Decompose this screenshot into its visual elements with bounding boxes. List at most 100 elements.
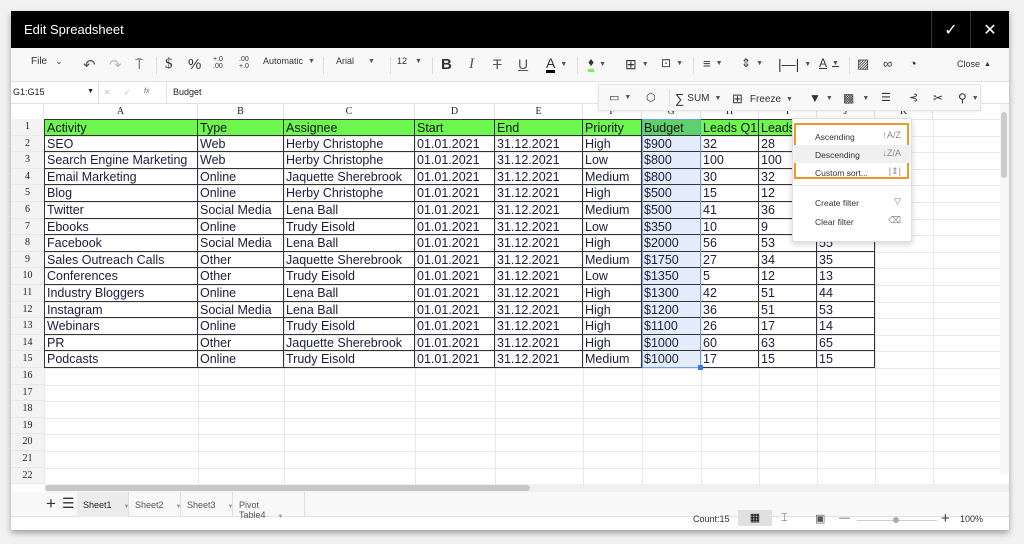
- table-cell[interactable]: Sales Outreach Calls: [44, 251, 198, 269]
- menu-item-ascending[interactable]: Ascending ↑A/Z: [793, 127, 911, 145]
- table-cell[interactable]: Online: [198, 218, 284, 236]
- menu-item-clear-filter[interactable]: Clear filter ⌫: [793, 212, 911, 230]
- table-cell[interactable]: 15: [701, 185, 759, 202]
- header-cell[interactable]: Priority: [583, 119, 642, 136]
- fill-handle[interactable]: [698, 365, 703, 370]
- table-cell[interactable]: Social Media: [198, 202, 284, 219]
- close-toolbar-button[interactable]: Close ▲: [957, 59, 991, 69]
- zoom-out-icon[interactable]: —: [839, 512, 850, 524]
- table-cell[interactable]: Trudy Eisold: [284, 318, 415, 335]
- table-cell[interactable]: 53: [817, 301, 875, 319]
- table-cell[interactable]: Medium: [583, 168, 642, 186]
- horizontal-scrollbar[interactable]: [45, 484, 1009, 492]
- table-cell[interactable]: 44: [817, 285, 875, 302]
- table-cell[interactable]: $1750: [642, 251, 701, 269]
- table-cell[interactable]: Conferences: [44, 268, 198, 285]
- table-cell[interactable]: Jaquette Sherebrook: [284, 251, 415, 269]
- table-cell[interactable]: 31.12.2021: [495, 235, 583, 252]
- italic-button[interactable]: I: [469, 56, 474, 73]
- cancel-formula-icon[interactable]: ✕: [104, 88, 111, 97]
- row-header-17[interactable]: 17: [11, 384, 44, 402]
- confirm-button[interactable]: ✓: [931, 11, 970, 48]
- table-cell[interactable]: 56: [701, 235, 759, 252]
- table-cell[interactable]: $900: [642, 135, 701, 153]
- page-break-view-icon[interactable]: ⌶: [781, 512, 788, 525]
- table-cell[interactable]: Trudy Eisold: [284, 268, 415, 285]
- table-cell[interactable]: 31.12.2021: [495, 251, 583, 269]
- table-cell[interactable]: PR: [44, 334, 198, 352]
- table-cell[interactable]: Herby Christophe: [284, 135, 415, 153]
- table-cell[interactable]: 01.01.2021: [415, 135, 495, 153]
- header-cell[interactable]: Start: [415, 119, 495, 136]
- zoom-slider-handle[interactable]: [893, 517, 899, 523]
- table-cell[interactable]: 31.12.2021: [495, 318, 583, 335]
- menu-item-descending[interactable]: Descending ↓Z/A: [793, 145, 911, 163]
- table-cell[interactable]: 15: [817, 351, 875, 368]
- table-cell[interactable]: Search Engine Marketing: [44, 152, 198, 169]
- table-cell[interactable]: 01.01.2021: [415, 218, 495, 236]
- table-cell[interactable]: High: [583, 318, 642, 335]
- table-cell[interactable]: 01.01.2021: [415, 202, 495, 219]
- table-cell[interactable]: Other: [198, 334, 284, 352]
- table-cell[interactable]: 15: [759, 351, 817, 368]
- row-header-13[interactable]: 13: [11, 318, 44, 335]
- normal-view-icon[interactable]: ▦: [738, 510, 772, 526]
- table-cell[interactable]: 01.01.2021: [415, 268, 495, 285]
- table-cell[interactable]: Other: [198, 268, 284, 285]
- table-cell[interactable]: 17: [759, 318, 817, 335]
- clear-format-button[interactable]: ☰: [881, 91, 891, 104]
- row-header-5[interactable]: 5: [11, 185, 44, 202]
- borders-button[interactable]: ⊞ ▼: [625, 56, 649, 73]
- table-cell[interactable]: 01.01.2021: [415, 168, 495, 186]
- accept-formula-icon[interactable]: ✓: [124, 88, 131, 97]
- table-cell[interactable]: 32: [701, 135, 759, 153]
- table-cell[interactable]: Online: [198, 351, 284, 368]
- close-button[interactable]: ✕: [970, 11, 1009, 48]
- table-cell[interactable]: 27: [701, 251, 759, 269]
- table-cell[interactable]: 34: [759, 251, 817, 269]
- table-cell[interactable]: 35: [817, 251, 875, 269]
- table-cell[interactable]: Web: [198, 152, 284, 169]
- table-cell[interactable]: Online: [198, 285, 284, 302]
- sheet-tab[interactable]: Pivot Table4 ▼: [233, 492, 305, 520]
- table-cell[interactable]: Trudy Eisold: [284, 351, 415, 368]
- table-cell[interactable]: 51: [759, 301, 817, 319]
- table-cell[interactable]: Social Media: [198, 235, 284, 252]
- increase-decimal-button[interactable]: +.0.00: [213, 56, 223, 70]
- table-cell[interactable]: 41: [701, 202, 759, 219]
- table-cell[interactable]: High: [583, 135, 642, 153]
- table-cell[interactable]: $2000: [642, 235, 701, 252]
- table-cell[interactable]: Trudy Eisold: [284, 218, 415, 236]
- table-cell[interactable]: 01.01.2021: [415, 251, 495, 269]
- table-cell[interactable]: 31.12.2021: [495, 351, 583, 368]
- table-cell[interactable]: Blog: [44, 185, 198, 202]
- table-cell[interactable]: Lena Ball: [284, 301, 415, 319]
- table-cell[interactable]: Jaquette Sherebrook: [284, 334, 415, 352]
- table-cell[interactable]: High: [583, 185, 642, 202]
- row-header-8[interactable]: 8: [11, 235, 44, 252]
- row-header-1[interactable]: 1: [11, 119, 44, 136]
- font-size-select[interactable]: 12 ▼: [397, 56, 422, 66]
- column-header-c[interactable]: C: [284, 104, 415, 119]
- add-sheet-icon[interactable]: +: [46, 494, 56, 514]
- bold-button[interactable]: B: [441, 56, 452, 73]
- table-cell[interactable]: $800: [642, 152, 701, 169]
- table-cell[interactable]: Web: [198, 135, 284, 153]
- column-header-e[interactable]: E: [495, 104, 583, 119]
- table-cell[interactable]: Online: [198, 168, 284, 186]
- vertical-align-button[interactable]: ⇕ ▼: [741, 56, 763, 70]
- table-cell[interactable]: $1000: [642, 334, 701, 352]
- table-cell[interactable]: 01.01.2021: [415, 351, 495, 368]
- table-cell[interactable]: 100: [701, 152, 759, 169]
- menu-item-custom-sort[interactable]: Custom sort... |⇕|: [793, 163, 911, 181]
- fill-color-button[interactable]: ♦ ▼: [588, 56, 606, 72]
- table-cell[interactable]: Ebooks: [44, 218, 198, 236]
- column-header-a[interactable]: A: [44, 104, 198, 119]
- table-cell[interactable]: Facebook: [44, 235, 198, 252]
- search-button[interactable]: ⚲ ▼: [958, 91, 979, 105]
- conditional-format-button[interactable]: ▩ ▼: [843, 91, 869, 105]
- row-header-6[interactable]: 6: [11, 202, 44, 219]
- sheet-list-icon[interactable]: ☰: [62, 495, 75, 512]
- freeze-button[interactable]: ⊞ Freeze ▼: [732, 91, 793, 107]
- table-cell[interactable]: Lena Ball: [284, 235, 415, 252]
